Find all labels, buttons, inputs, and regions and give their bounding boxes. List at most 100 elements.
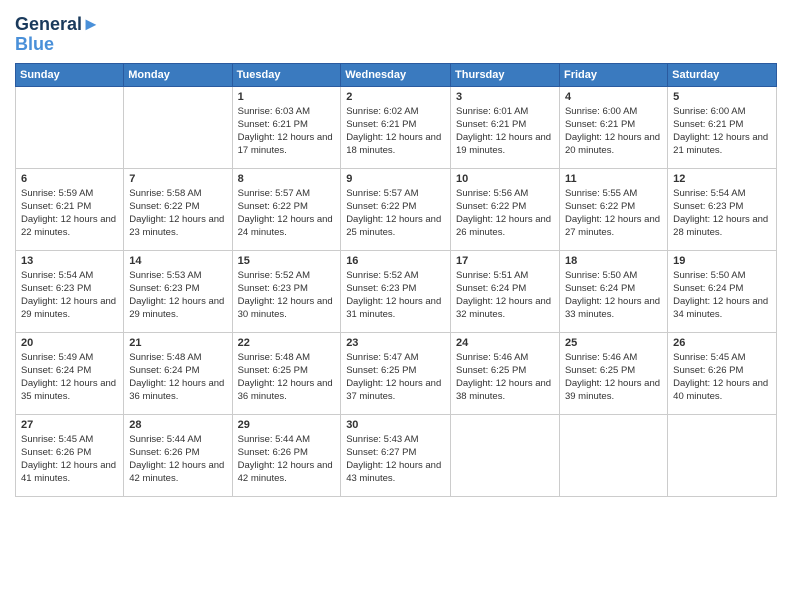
calendar-cell: 4 Sunrise: 6:00 AM Sunset: 6:21 PM Daylig… bbox=[559, 86, 667, 168]
calendar-cell bbox=[668, 414, 777, 496]
day-number: 24 bbox=[456, 337, 554, 349]
day-number: 5 bbox=[673, 91, 771, 103]
day-number: 10 bbox=[456, 173, 554, 185]
day-info: Sunrise: 6:03 AM Sunset: 6:21 PM Dayligh… bbox=[238, 105, 336, 158]
day-info: Sunrise: 5:59 AM Sunset: 6:21 PM Dayligh… bbox=[21, 187, 118, 240]
weekday-header-wednesday: Wednesday bbox=[341, 63, 451, 86]
calendar-cell: 28Sunrise: 5:44 AM Sunset: 6:26 PM Dayli… bbox=[124, 414, 232, 496]
day-number: 12 bbox=[673, 173, 771, 185]
weekday-header-tuesday: Tuesday bbox=[232, 63, 341, 86]
day-number: 21 bbox=[129, 337, 226, 349]
logo-blue: Blue bbox=[15, 35, 100, 55]
calendar-cell bbox=[16, 86, 124, 168]
calendar-cell: 17 Sunrise: 5:51 AM Sunset: 6:24 PM Dayli… bbox=[451, 250, 560, 332]
day-number: 1 bbox=[238, 91, 336, 103]
calendar-cell: 21 Sunrise: 5:48 AM Sunset: 6:24 PM Dayli… bbox=[124, 332, 232, 414]
calendar-cell: 11Sunrise: 5:55 AM Sunset: 6:22 PM Dayli… bbox=[559, 168, 667, 250]
calendar-cell bbox=[559, 414, 667, 496]
day-info: Sunrise: 5:56 AM Sunset: 6:22 PM Dayligh… bbox=[456, 187, 554, 240]
day-number: 16 bbox=[346, 255, 445, 267]
weekday-header-thursday: Thursday bbox=[451, 63, 560, 86]
calendar-cell: 2Sunrise: 6:02 AM Sunset: 6:21 PM Daylig… bbox=[341, 86, 451, 168]
day-info: Sunrise: 5:44 AM Sunset: 6:26 PM Dayligh… bbox=[238, 433, 336, 486]
calendar-cell: 7 Sunrise: 5:58 AM Sunset: 6:22 PM Daylig… bbox=[124, 168, 232, 250]
day-number: 9 bbox=[346, 173, 445, 185]
calendar-cell: 14 Sunrise: 5:53 AM Sunset: 6:23 PM Dayli… bbox=[124, 250, 232, 332]
day-info: Sunrise: 5:44 AM Sunset: 6:26 PM Dayligh… bbox=[129, 433, 226, 486]
day-info: Sunrise: 5:50 AM Sunset: 6:24 PM Dayligh… bbox=[673, 269, 771, 322]
day-info: Sunrise: 5:57 AM Sunset: 6:22 PM Dayligh… bbox=[238, 187, 336, 240]
day-info: Sunrise: 6:01 AM Sunset: 6:21 PM Dayligh… bbox=[456, 105, 554, 158]
calendar-cell: 20 Sunrise: 5:49 AM Sunset: 6:24 PM Dayli… bbox=[16, 332, 124, 414]
calendar-cell: 5 Sunrise: 6:00 AM Sunset: 6:21 PM Daylig… bbox=[668, 86, 777, 168]
calendar-cell: 1 Sunrise: 6:03 AM Sunset: 6:21 PM Daylig… bbox=[232, 86, 341, 168]
day-info: Sunrise: 5:49 AM Sunset: 6:24 PM Dayligh… bbox=[21, 351, 118, 404]
day-info: Sunrise: 5:54 AM Sunset: 6:23 PM Dayligh… bbox=[21, 269, 118, 322]
page: General► Blue SundayMondayTuesdayWednesd… bbox=[0, 0, 792, 612]
calendar-cell: 6 Sunrise: 5:59 AM Sunset: 6:21 PM Daylig… bbox=[16, 168, 124, 250]
day-number: 17 bbox=[456, 255, 554, 267]
day-info: Sunrise: 5:54 AM Sunset: 6:23 PM Dayligh… bbox=[673, 187, 771, 240]
calendar-cell: 10 Sunrise: 5:56 AM Sunset: 6:22 PM Dayli… bbox=[451, 168, 560, 250]
day-info: Sunrise: 5:48 AM Sunset: 6:25 PM Dayligh… bbox=[238, 351, 336, 404]
day-number: 8 bbox=[238, 173, 336, 185]
day-number: 23 bbox=[346, 337, 445, 349]
day-number: 6 bbox=[21, 173, 118, 185]
day-number: 13 bbox=[21, 255, 118, 267]
day-number: 14 bbox=[129, 255, 226, 267]
weekday-header-saturday: Saturday bbox=[668, 63, 777, 86]
day-info: Sunrise: 5:43 AM Sunset: 6:27 PM Dayligh… bbox=[346, 433, 445, 486]
calendar-cell: 9 Sunrise: 5:57 AM Sunset: 6:22 PM Daylig… bbox=[341, 168, 451, 250]
day-info: Sunrise: 5:45 AM Sunset: 6:26 PM Dayligh… bbox=[673, 351, 771, 404]
day-info: Sunrise: 5:58 AM Sunset: 6:22 PM Dayligh… bbox=[129, 187, 226, 240]
day-info: Sunrise: 5:57 AM Sunset: 6:22 PM Dayligh… bbox=[346, 187, 445, 240]
day-number: 25 bbox=[565, 337, 662, 349]
calendar-cell bbox=[124, 86, 232, 168]
calendar-cell: 13 Sunrise: 5:54 AM Sunset: 6:23 PM Dayli… bbox=[16, 250, 124, 332]
calendar-cell: 12 Sunrise: 5:54 AM Sunset: 6:23 PM Dayli… bbox=[668, 168, 777, 250]
day-number: 15 bbox=[238, 255, 336, 267]
calendar-cell: 30 Sunrise: 5:43 AM Sunset: 6:27 PM Dayli… bbox=[341, 414, 451, 496]
day-number: 30 bbox=[346, 419, 445, 431]
weekday-header-row: SundayMondayTuesdayWednesdayThursdayFrid… bbox=[16, 63, 777, 86]
calendar-cell: 22 Sunrise: 5:48 AM Sunset: 6:25 PM Dayli… bbox=[232, 332, 341, 414]
day-info: Sunrise: 5:51 AM Sunset: 6:24 PM Dayligh… bbox=[456, 269, 554, 322]
day-number: 22 bbox=[238, 337, 336, 349]
day-number: 27 bbox=[21, 419, 118, 431]
day-info: Sunrise: 6:00 AM Sunset: 6:21 PM Dayligh… bbox=[673, 105, 771, 158]
day-info: Sunrise: 6:02 AM Sunset: 6:21 PM Dayligh… bbox=[346, 105, 445, 158]
day-info: Sunrise: 5:50 AM Sunset: 6:24 PM Dayligh… bbox=[565, 269, 662, 322]
weekday-header-monday: Monday bbox=[124, 63, 232, 86]
calendar-cell: 26 Sunrise: 5:45 AM Sunset: 6:26 PM Dayli… bbox=[668, 332, 777, 414]
day-number: 29 bbox=[238, 419, 336, 431]
day-number: 26 bbox=[673, 337, 771, 349]
calendar-cell: 27 Sunrise: 5:45 AM Sunset: 6:26 PM Dayli… bbox=[16, 414, 124, 496]
weekday-header-friday: Friday bbox=[559, 63, 667, 86]
calendar-cell: 15 Sunrise: 5:52 AM Sunset: 6:23 PM Dayli… bbox=[232, 250, 341, 332]
day-info: Sunrise: 5:45 AM Sunset: 6:26 PM Dayligh… bbox=[21, 433, 118, 486]
day-info: Sunrise: 5:47 AM Sunset: 6:25 PM Dayligh… bbox=[346, 351, 445, 404]
day-number: 7 bbox=[129, 173, 226, 185]
logo-text: General► bbox=[15, 15, 100, 35]
day-number: 11 bbox=[565, 173, 662, 185]
day-number: 4 bbox=[565, 91, 662, 103]
calendar-cell: 18 Sunrise: 5:50 AM Sunset: 6:24 PM Dayli… bbox=[559, 250, 667, 332]
day-info: Sunrise: 5:53 AM Sunset: 6:23 PM Dayligh… bbox=[129, 269, 226, 322]
day-info: Sunrise: 5:48 AM Sunset: 6:24 PM Dayligh… bbox=[129, 351, 226, 404]
day-info: Sunrise: 5:52 AM Sunset: 6:23 PM Dayligh… bbox=[238, 269, 336, 322]
week-row-1: 1 Sunrise: 6:03 AM Sunset: 6:21 PM Daylig… bbox=[16, 86, 777, 168]
calendar-cell: 16Sunrise: 5:52 AM Sunset: 6:23 PM Dayli… bbox=[341, 250, 451, 332]
day-number: 19 bbox=[673, 255, 771, 267]
calendar-cell: 25 Sunrise: 5:46 AM Sunset: 6:25 PM Dayli… bbox=[559, 332, 667, 414]
day-info: Sunrise: 5:46 AM Sunset: 6:25 PM Dayligh… bbox=[565, 351, 662, 404]
day-number: 20 bbox=[21, 337, 118, 349]
calendar-cell: 29 Sunrise: 5:44 AM Sunset: 6:26 PM Dayli… bbox=[232, 414, 341, 496]
day-info: Sunrise: 6:00 AM Sunset: 6:21 PM Dayligh… bbox=[565, 105, 662, 158]
calendar-table: SundayMondayTuesdayWednesdayThursdayFrid… bbox=[15, 63, 777, 497]
week-row-4: 20 Sunrise: 5:49 AM Sunset: 6:24 PM Dayli… bbox=[16, 332, 777, 414]
calendar-cell: 19 Sunrise: 5:50 AM Sunset: 6:24 PM Dayli… bbox=[668, 250, 777, 332]
day-number: 18 bbox=[565, 255, 662, 267]
week-row-3: 13 Sunrise: 5:54 AM Sunset: 6:23 PM Dayli… bbox=[16, 250, 777, 332]
calendar-cell: 8 Sunrise: 5:57 AM Sunset: 6:22 PM Daylig… bbox=[232, 168, 341, 250]
day-info: Sunrise: 5:46 AM Sunset: 6:25 PM Dayligh… bbox=[456, 351, 554, 404]
